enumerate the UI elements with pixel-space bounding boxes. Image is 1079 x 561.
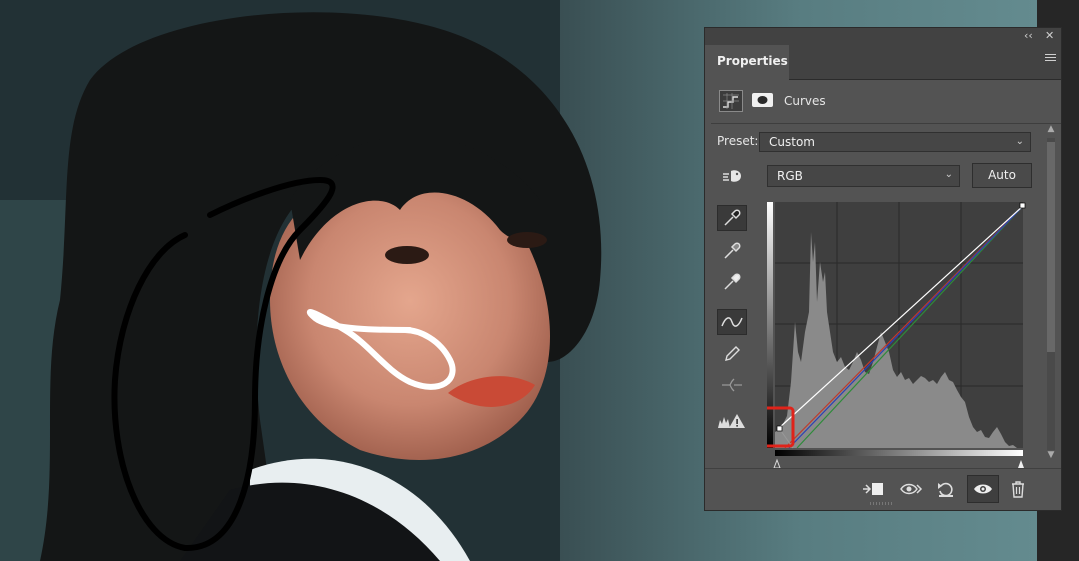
scroll-down-icon[interactable]: ▼ [1044,450,1058,460]
adjustment-header: Curves [705,82,1061,120]
panel-scrollbar[interactable]: ▲ ▼ [1044,124,1058,464]
clipping-warning-icon [718,414,745,428]
tab-row: Properties [705,45,1061,80]
white-point-eyedropper[interactable] [717,269,747,295]
clip-to-layer-button[interactable] [860,477,886,501]
delete-button[interactable] [1005,477,1031,501]
black-point-eyedropper[interactable] [717,205,747,231]
eyedropper-icon [724,273,741,290]
divider [711,123,1061,124]
chevron-down-icon: ⌄ [1015,136,1024,147]
smooth-tool[interactable] [717,372,747,398]
tab-properties[interactable]: Properties [705,45,789,80]
channel-value: RGB [777,169,803,183]
adjustment-title: Curves [784,94,826,108]
panel-menu-icon[interactable] [1045,54,1056,63]
layer-mask-icon[interactable] [751,90,775,112]
chevron-down-icon: ⌄ [944,169,953,180]
clipping-warning-tool[interactable] [717,408,747,434]
properties-panel: ‹‹ ✕ Properties Curves Preset: Custom ⌄ … [704,27,1062,511]
view-previous-button[interactable] [898,477,924,501]
input-gradient [775,450,1023,456]
pencil-tool[interactable] [717,341,747,367]
view-previous-state-icon [900,483,923,495]
eye-icon [974,484,992,494]
black-point-handle[interactable] [776,425,783,432]
channel-dropdown[interactable]: RGB ⌄ [767,165,960,187]
clip-to-layer-icon [863,483,883,495]
curve-points-tool[interactable] [717,309,747,335]
reset-icon [938,482,953,497]
reset-button[interactable] [933,477,959,501]
eyedropper-icon [724,242,741,259]
black-input-slider[interactable] [773,458,781,469]
preset-dropdown[interactable]: Custom ⌄ [759,132,1031,152]
preset-value: Custom [769,135,815,149]
gray-point-eyedropper[interactable] [717,238,747,264]
eyedropper-icon [724,209,741,226]
panel-titlebar: ‹‹ ✕ [705,28,1061,45]
smooth-icon [722,378,742,392]
curves-graph[interactable] [762,202,1027,475]
auto-button[interactable]: Auto [972,163,1032,188]
close-icon[interactable]: ✕ [1045,29,1054,43]
curves-adjustment-icon[interactable] [719,90,743,112]
targeted-adjustment-tool[interactable] [717,163,747,189]
curve-icon [721,317,743,327]
scroll-thumb[interactable] [1047,142,1055,352]
collapse-icon[interactable]: ‹‹ [1024,29,1033,43]
visibility-button[interactable] [967,475,999,503]
white-point-handle[interactable] [1019,202,1026,209]
scroll-up-icon[interactable]: ▲ [1044,124,1058,134]
trash-icon [1012,481,1024,498]
preset-label: Preset: [717,134,759,148]
white-input-slider[interactable] [1018,460,1024,468]
pencil-icon [725,346,740,361]
resize-grip[interactable] [870,502,894,505]
